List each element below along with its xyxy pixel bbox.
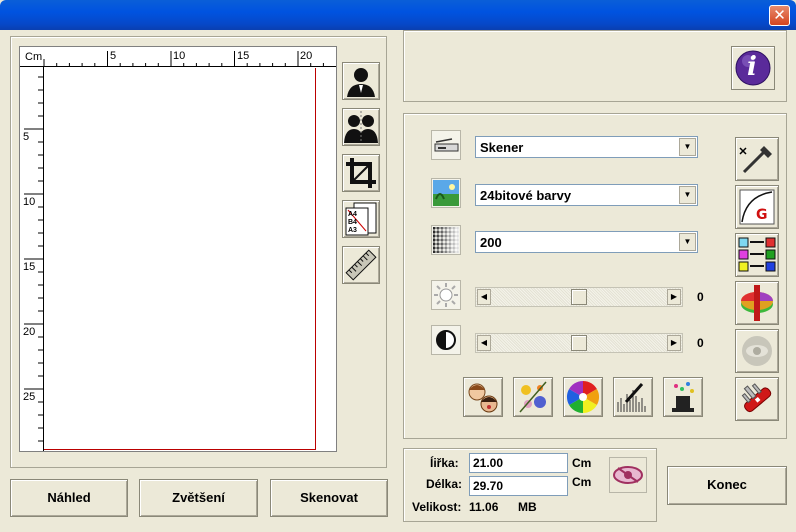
magic-hat-button[interactable]	[663, 377, 703, 417]
color-mode-select[interactable]: 24bitové barvy ▼	[475, 184, 698, 206]
preview-button[interactable]: Náhled	[10, 479, 128, 517]
filesize-value: 11.06	[469, 500, 499, 514]
flowers-icon	[519, 381, 547, 413]
brightness-decrease[interactable]: ◀	[477, 289, 491, 305]
paper-size-button[interactable]: A4 B4 A3	[342, 200, 380, 238]
source-select[interactable]: Skener ▼	[475, 136, 698, 158]
color-balance-button[interactable]	[735, 233, 779, 277]
multitool-icon	[741, 383, 772, 413]
v-tick-label: 10	[23, 196, 36, 208]
info-button[interactable]: i	[731, 46, 775, 90]
hue-wheel-icon	[741, 285, 773, 321]
source-dropdown-arrow[interactable]: ▼	[679, 138, 696, 156]
info-panel	[403, 30, 787, 102]
ruler-icon	[345, 249, 377, 281]
v-tick-label: 5	[23, 131, 30, 143]
person-button[interactable]	[342, 62, 380, 100]
v-tick-label: 15	[23, 261, 36, 273]
h-tick-label: 15	[237, 50, 250, 62]
two-people-button[interactable]	[342, 108, 380, 146]
person-icon	[347, 68, 375, 97]
crop-button[interactable]	[342, 154, 380, 192]
contrast-value: 0	[697, 336, 704, 350]
paper-size-a4: A4	[348, 211, 357, 218]
dropper-histogram-button[interactable]	[613, 377, 653, 417]
color-balance-icon	[738, 237, 776, 272]
ruler-button[interactable]	[342, 246, 380, 284]
flowers-effect-button[interactable]	[513, 377, 553, 417]
brightness-value: 0	[697, 290, 704, 304]
scanner-source-icon	[431, 130, 461, 160]
gamma-button[interactable]: G	[735, 185, 779, 229]
contrast-slider[interactable]: ◀ ▶	[475, 333, 683, 353]
contrast-decrease[interactable]: ◀	[477, 335, 491, 351]
brightness-slider[interactable]: ◀ ▶	[475, 287, 683, 307]
preview-area: Cm 5 10 15 20 5 10 15 20 25	[19, 46, 337, 452]
source-value: Skener	[480, 140, 524, 155]
close-button[interactable]: ✕	[769, 5, 790, 26]
preview-panel: Cm 5 10 15 20 5 10 15 20 25	[10, 36, 387, 468]
horizontal-ruler: Cm 5 10 15 20	[20, 47, 336, 67]
eye-disabled-icon	[742, 336, 772, 366]
scan-button[interactable]: Skenovat	[270, 479, 388, 517]
width-unit: Cm	[572, 456, 592, 470]
zoom-button[interactable]: Zvětšení	[139, 479, 258, 517]
paper-size-a3: A3	[348, 227, 357, 234]
exit-button[interactable]: Konec	[667, 466, 787, 505]
contrast-increase[interactable]: ▶	[667, 335, 681, 351]
brightness-icon	[431, 280, 461, 310]
resolution-select[interactable]: 200 ▼	[475, 231, 698, 253]
color-mode-dropdown-arrow[interactable]: ▼	[679, 186, 696, 204]
v-tick-label: 25	[23, 391, 36, 403]
color-wheel-icon	[566, 380, 600, 414]
resolution-dropdown-arrow[interactable]: ▼	[679, 233, 696, 251]
filesize-unit: MB	[518, 500, 537, 514]
contrast-thumb[interactable]	[571, 335, 587, 351]
face-icon	[468, 383, 498, 413]
h-tick-label: 20	[300, 50, 313, 62]
width-label: Íiřka:	[430, 456, 459, 470]
multitool-button[interactable]	[735, 377, 779, 421]
aspect-lock-button[interactable]	[609, 457, 647, 493]
contrast-icon	[431, 325, 461, 355]
eye-tool-button[interactable]	[735, 329, 779, 373]
scan-page-area[interactable]	[44, 68, 316, 450]
info-letter: i	[747, 52, 757, 82]
color-mode-icon	[431, 178, 461, 208]
filesize-label: Velikost:	[412, 500, 462, 514]
color-mode-value: 24bitové barvy	[480, 188, 572, 203]
hue-button[interactable]	[735, 281, 779, 325]
dropper-histogram-icon	[617, 383, 646, 412]
magic-hat-icon	[672, 382, 694, 412]
brightness-thumb[interactable]	[571, 289, 587, 305]
height-label: Délka:	[426, 477, 463, 491]
gamma-curve-icon: G	[739, 189, 775, 225]
h-tick-label: 10	[173, 50, 186, 62]
v-tick-label: 20	[23, 326, 36, 338]
face-effect-button[interactable]	[463, 377, 503, 417]
eye-link-icon	[613, 466, 643, 484]
height-field[interactable]: 29.70	[469, 476, 568, 496]
vertical-ruler: 5 10 15 20 25	[20, 67, 44, 451]
resolution-icon	[431, 225, 461, 255]
h-tick-label: 5	[110, 50, 117, 62]
resolution-value: 200	[480, 235, 502, 250]
crop-icon	[346, 158, 376, 188]
title-bar: ✕	[0, 0, 796, 30]
eyedropper-button[interactable]	[735, 137, 779, 181]
color-wheel-button[interactable]	[563, 377, 603, 417]
width-field[interactable]: 21.00	[469, 453, 568, 473]
eyedropper-icon	[739, 146, 772, 174]
svg-text:G: G	[756, 207, 768, 223]
height-unit: Cm	[572, 475, 592, 489]
brightness-increase[interactable]: ▶	[667, 289, 681, 305]
two-people-icon	[344, 111, 378, 143]
paper-size-b4: B4	[348, 219, 357, 226]
